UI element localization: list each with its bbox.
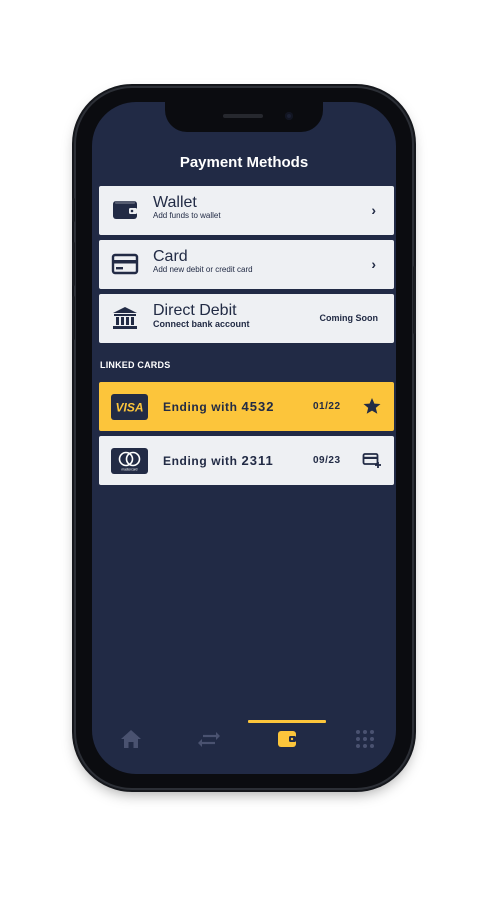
menu-item-subtitle: Add funds to wallet (153, 211, 221, 220)
app-screen: Payment Methods Wallet Add funds to wall… (92, 102, 396, 774)
menu-item-wallet[interactable]: Wallet Add funds to wallet › (99, 186, 394, 235)
speaker-grille (223, 114, 263, 118)
credit-card-icon (111, 253, 139, 275)
star-icon[interactable] (362, 396, 382, 416)
wallet-icon (113, 201, 137, 219)
card-ending-text: Ending with 2311 (163, 453, 274, 468)
page-title: Payment Methods (179, 154, 309, 171)
transfer-icon[interactable] (198, 728, 220, 750)
linked-cards-heading: LINKED CARDS (100, 360, 171, 370)
menu-item-card[interactable]: Card Add new debit or credit card › (99, 240, 394, 289)
front-camera (285, 112, 293, 120)
card-ending-prefix: Ending with (163, 454, 238, 468)
linked-card-visa[interactable]: VISA Ending with 4532 01/22 (99, 382, 394, 431)
power-button (413, 266, 416, 334)
grid-menu-icon[interactable] (354, 728, 376, 750)
menu-item-title: Card (153, 248, 188, 265)
card-ending-prefix: Ending with (163, 400, 238, 414)
visa-logo: VISA (111, 394, 148, 420)
menu-item-title: Direct Debit (153, 302, 237, 319)
card-expiry: 01/22 (313, 401, 341, 412)
chevron-right-icon: › (371, 256, 376, 272)
volume-down-button (72, 296, 75, 340)
card-ending-text: Ending with 4532 (163, 399, 274, 414)
visa-logo-text: VISA (115, 401, 143, 415)
volume-up-button (72, 242, 75, 286)
mastercard-logo: mastercard (111, 448, 148, 474)
bank-icon (113, 307, 137, 329)
menu-item-subtitle: Add new debit or credit card (153, 265, 253, 274)
card-add-icon[interactable] (362, 450, 382, 470)
mastercard-logo-text: mastercard (122, 468, 138, 472)
home-icon[interactable] (120, 728, 142, 750)
card-expiry: 09/23 (313, 455, 341, 466)
wallet-tab-icon[interactable] (276, 728, 298, 750)
menu-item-direct-debit[interactable]: Direct Debit Connect bank account Coming… (99, 294, 394, 343)
linked-card-mastercard[interactable]: mastercard Ending with 2311 09/23 (99, 436, 394, 485)
menu-item-title: Wallet (153, 194, 197, 211)
phone-frame: Payment Methods Wallet Add funds to wall… (72, 88, 416, 788)
coming-soon-label: Coming Soon (319, 313, 379, 323)
active-tab-indicator (248, 720, 326, 723)
card-last4: 2311 (241, 453, 274, 468)
menu-item-subtitle: Connect bank account (153, 319, 250, 329)
card-last4: 4532 (241, 399, 275, 414)
chevron-right-icon: › (371, 202, 376, 218)
mute-switch (72, 198, 75, 222)
notch (165, 102, 323, 132)
